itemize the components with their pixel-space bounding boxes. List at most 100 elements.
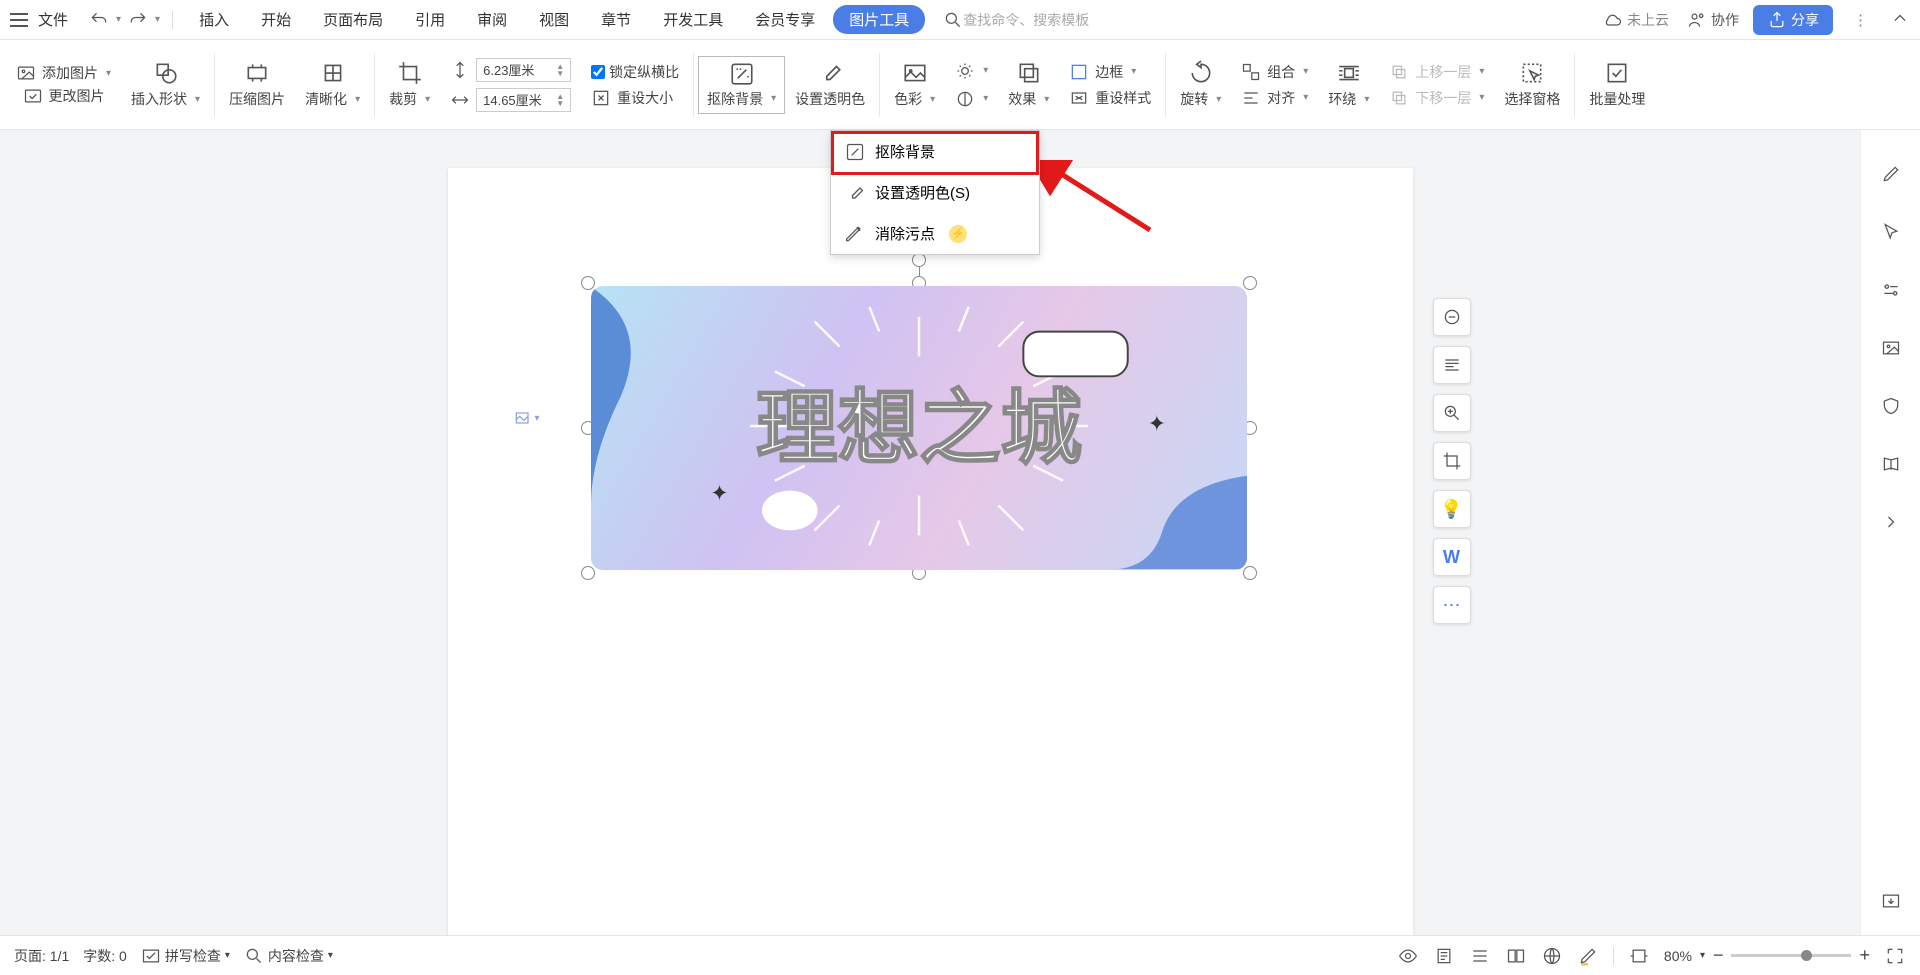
tab-picture-tools[interactable]: 图片工具 xyxy=(833,5,925,34)
web-view-icon[interactable] xyxy=(1541,945,1563,967)
zoom-slider[interactable] xyxy=(1731,954,1851,957)
rotate-button[interactable]: 旋转▾ xyxy=(1180,89,1221,109)
zoom-out-button[interactable]: − xyxy=(1713,945,1724,966)
wrap-button[interactable]: 环绕▾ xyxy=(1328,89,1369,109)
tab-reference[interactable]: 引用 xyxy=(401,9,459,30)
group-button[interactable]: 组合▾ xyxy=(1241,62,1308,82)
chevron-right-tool[interactable] xyxy=(1877,508,1905,536)
text-wrap-tool[interactable] xyxy=(1433,346,1471,384)
shield-tool[interactable] xyxy=(1877,392,1905,420)
export-image-tool[interactable] xyxy=(1877,887,1905,915)
crop-button[interactable]: 裁剪▾ xyxy=(389,89,430,109)
tab-layout[interactable]: 页面布局 xyxy=(309,9,397,30)
spellcheck-button[interactable]: 拼写检查▾ xyxy=(141,946,230,966)
fit-width-icon[interactable] xyxy=(1628,945,1650,967)
image-selection[interactable]: ✦ ✦ 理想之城 xyxy=(588,283,1250,573)
add-image-button[interactable]: 添加图片▾ xyxy=(16,63,111,83)
sharpen-button[interactable]: 清晰化▾ xyxy=(305,89,360,109)
remove-bg-dropdown: 抠除背景 设置透明色(S) 消除污点⚡ xyxy=(830,130,1040,255)
reading-view-icon[interactable] xyxy=(1505,945,1527,967)
width-input[interactable]: 14.65厘米▲▼ xyxy=(476,88,571,112)
border-button[interactable]: 边框▾ xyxy=(1069,62,1136,82)
highlight-icon[interactable] xyxy=(1577,945,1599,967)
search-box[interactable]: 查找命令、搜索模板 xyxy=(943,10,1089,30)
set-transparent-button[interactable]: 设置透明色 xyxy=(795,89,865,109)
dropdown-remove-blemish[interactable]: 消除污点⚡ xyxy=(831,213,1039,254)
more-menu[interactable]: ⋮ xyxy=(1853,11,1868,29)
page[interactable]: ▾ xyxy=(448,168,1413,938)
insert-shape-button[interactable]: 插入形状▾ xyxy=(131,89,200,109)
dropdown-remove-bg[interactable]: 抠除背景 xyxy=(831,131,1039,172)
tab-home[interactable]: 开始 xyxy=(247,9,305,30)
outline-view-icon[interactable] xyxy=(1469,945,1491,967)
undo-dropdown[interactable]: ▾ xyxy=(116,14,121,25)
content-check-button[interactable]: 内容检查▾ xyxy=(244,946,333,966)
remove-background-button[interactable]: 抠除背景▾ xyxy=(698,56,785,114)
page-view-icon[interactable] xyxy=(1433,945,1455,967)
brightness-button[interactable]: ▾ xyxy=(955,61,988,81)
lock-ratio-checkbox[interactable]: 锁定纵横比 xyxy=(591,62,679,82)
banner-text: 理想之城 xyxy=(755,383,1081,474)
tab-member[interactable]: 会员专享 xyxy=(741,9,829,30)
file-menu[interactable]: 文件 xyxy=(38,9,68,30)
zoom-in-button[interactable]: + xyxy=(1859,945,1870,966)
image-tool[interactable] xyxy=(1877,334,1905,362)
paragraph-mark[interactable]: ▾ xyxy=(513,408,540,428)
effects-button[interactable]: 效果▾ xyxy=(1008,89,1049,109)
reset-size-button[interactable]: 重设大小 xyxy=(591,88,673,108)
change-image-button[interactable]: 更改图片 xyxy=(23,86,105,106)
rotate-handle[interactable] xyxy=(912,253,926,267)
compress-button[interactable]: 压缩图片 xyxy=(229,89,285,109)
handle-ne[interactable] xyxy=(1243,276,1257,290)
tab-devtools[interactable]: 开发工具 xyxy=(649,9,737,30)
compress-icon xyxy=(244,60,270,86)
menubar: 文件 ▾ ▾ 插入 开始 页面布局 引用 审阅 视图 章节 开发工具 会员专享 … xyxy=(0,0,1920,40)
fullscreen-icon[interactable] xyxy=(1884,945,1906,967)
height-input[interactable]: 6.23厘米▲▼ xyxy=(476,58,571,82)
align-button[interactable]: 对齐▾ xyxy=(1241,88,1308,108)
pencil-tool[interactable] xyxy=(1877,160,1905,188)
handle-se[interactable] xyxy=(1243,566,1257,580)
tab-view[interactable]: 视图 xyxy=(525,9,583,30)
search-placeholder: 查找命令、搜索模板 xyxy=(963,10,1089,30)
zoom-value[interactable]: 80% xyxy=(1664,948,1692,964)
collab-button[interactable]: 协作 xyxy=(1687,10,1739,30)
reset-style-button[interactable]: 重设样式 xyxy=(1069,88,1151,108)
ribbon: 添加图片▾ 更改图片 插入形状▾ 压缩图片 清晰化▾ 裁剪▾ 6.23厘米▲▼ … xyxy=(0,40,1920,130)
cloud-status[interactable]: 未上云 xyxy=(1603,10,1669,30)
crop-tool[interactable] xyxy=(1433,442,1471,480)
selected-image[interactable]: ✦ ✦ 理想之城 xyxy=(591,286,1247,570)
idea-tool[interactable]: 💡 xyxy=(1433,490,1471,528)
tab-insert[interactable]: 插入 xyxy=(185,9,243,30)
contrast-button[interactable]: ▾ xyxy=(955,89,988,109)
height-icon xyxy=(450,60,470,80)
hamburger-icon[interactable] xyxy=(10,13,28,27)
rotate-icon xyxy=(1188,60,1214,86)
tab-review[interactable]: 审阅 xyxy=(463,9,521,30)
undo-button[interactable] xyxy=(86,7,112,33)
redo-button[interactable] xyxy=(125,7,151,33)
eyedropper-icon xyxy=(817,60,843,86)
handle-sw[interactable] xyxy=(581,566,595,580)
dropdown-set-transparent[interactable]: 设置透明色(S) xyxy=(831,172,1039,213)
eye-icon[interactable] xyxy=(1397,945,1419,967)
batch-button[interactable]: 批量处理 xyxy=(1589,89,1645,109)
word-count[interactable]: 字数: 0 xyxy=(83,946,127,966)
more-tool[interactable]: ⋯ xyxy=(1433,586,1471,624)
collapse-ribbon[interactable] xyxy=(1890,8,1910,32)
settings-tool[interactable] xyxy=(1877,276,1905,304)
select-tool[interactable] xyxy=(1877,218,1905,246)
page-indicator[interactable]: 页面: 1/1 xyxy=(14,946,69,966)
tab-chapter[interactable]: 章节 xyxy=(587,9,645,30)
crop-icon xyxy=(397,60,423,86)
recolor-button[interactable]: 色彩▾ xyxy=(894,89,935,109)
statusbar: 页面: 1/1 字数: 0 拼写检查▾ 内容检查▾ 80%▾ − + xyxy=(0,935,1920,975)
book-tool[interactable] xyxy=(1877,450,1905,478)
selection-pane-button[interactable]: 选择窗格 xyxy=(1504,89,1560,109)
zoom-in-tool[interactable] xyxy=(1433,394,1471,432)
zoom-out-tool[interactable] xyxy=(1433,298,1471,336)
handle-nw[interactable] xyxy=(581,276,595,290)
redo-dropdown[interactable]: ▾ xyxy=(155,14,160,25)
word-export-tool[interactable]: W xyxy=(1433,538,1471,576)
share-button[interactable]: 分享 xyxy=(1753,5,1833,35)
